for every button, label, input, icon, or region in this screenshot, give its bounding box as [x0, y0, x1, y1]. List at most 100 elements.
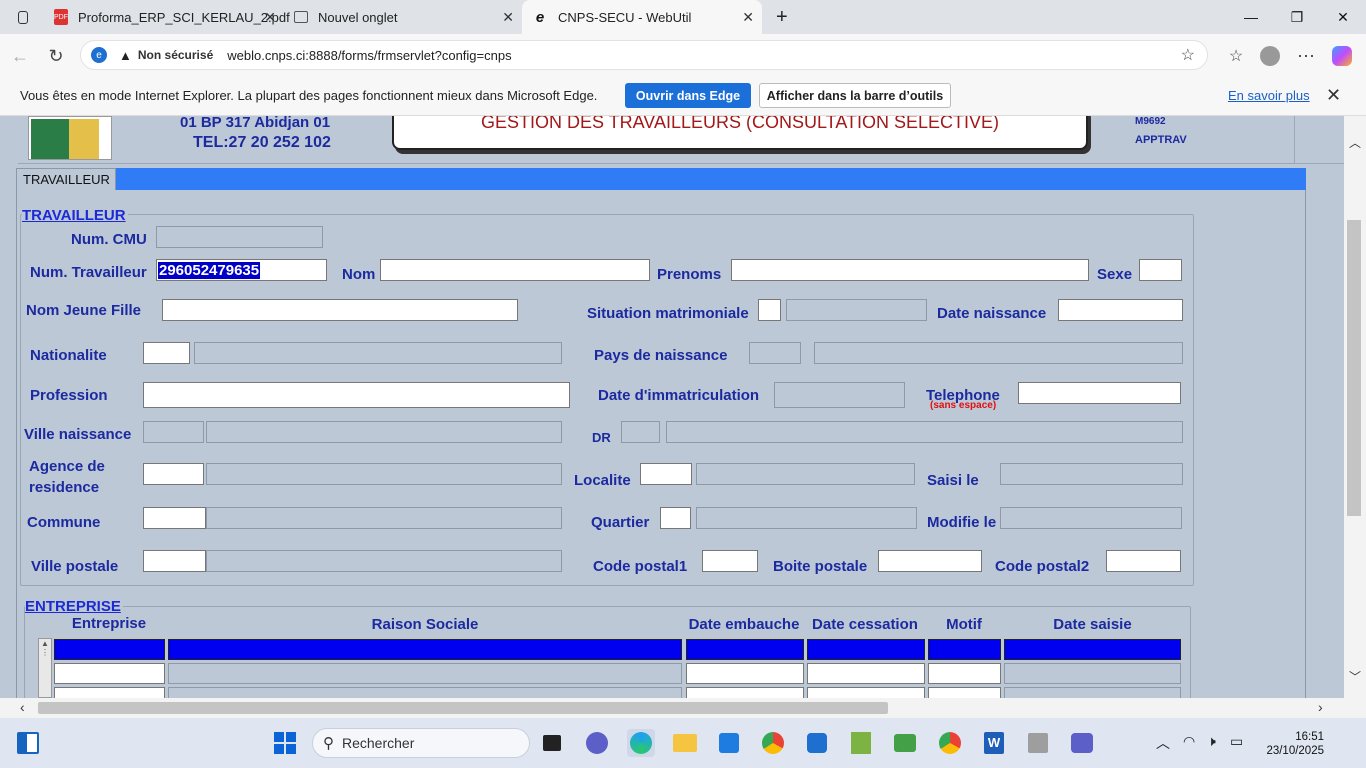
- grid-cell-entreprise[interactable]: [54, 639, 165, 660]
- grid-cell-raison-sociale[interactable]: [168, 639, 682, 660]
- scroll-down-icon[interactable]: ﹀: [1347, 668, 1363, 685]
- label-date-naissance: Date naissance: [937, 305, 1047, 322]
- teams-icon[interactable]: [1068, 729, 1096, 757]
- quartier-code-field[interactable]: [660, 507, 691, 529]
- scroll-right-icon[interactable]: ›: [1318, 699, 1323, 715]
- grid-scrollbar[interactable]: ▲ ⋮: [38, 638, 52, 698]
- tab-cnps[interactable]: e CNPS-SECU - WebUtil ✕: [522, 0, 762, 34]
- grid-cell-date-embauche[interactable]: [686, 639, 804, 660]
- learn-more-link[interactable]: En savoir plus: [1228, 88, 1310, 103]
- close-icon[interactable]: ✕: [264, 9, 276, 26]
- date-naissance-field[interactable]: [1058, 299, 1183, 321]
- security-label[interactable]: Non sécurisé: [138, 48, 213, 62]
- label-num-cmu: Num. CMU: [71, 231, 147, 248]
- profile-avatar[interactable]: [1256, 42, 1284, 70]
- num-travailleur-field[interactable]: 296052479635: [156, 259, 327, 281]
- grid-cell-date-saisie[interactable]: [1004, 639, 1181, 660]
- more-menu-icon[interactable]: ⋯: [1292, 42, 1320, 70]
- tab-travailleur[interactable]: TRAVAILLEUR: [16, 168, 116, 190]
- network-app-icon[interactable]: [1024, 729, 1052, 757]
- tab-actions-icon[interactable]: [8, 0, 38, 34]
- store-icon[interactable]: [715, 729, 743, 757]
- wifi-icon[interactable]: ◠: [1183, 733, 1195, 750]
- label-localite: Localite: [574, 472, 631, 489]
- agence-residence-code-field[interactable]: [143, 463, 204, 485]
- label-sexe: Sexe: [1097, 266, 1133, 283]
- url-text[interactable]: weblo.cnps.ci:8888/forms/frmservlet?conf…: [227, 48, 511, 63]
- tab-pdf[interactable]: PDF Proforma_ERP_SCI_KERLAU_2.pdf ✕: [44, 0, 290, 34]
- grid-cell-motif[interactable]: [928, 639, 1001, 660]
- grid-cell-date-cessation[interactable]: [807, 687, 925, 698]
- tab-new[interactable]: Nouvel onglet ✕: [284, 0, 522, 34]
- infobar-close-icon[interactable]: ✕: [1326, 85, 1341, 106]
- prenoms-field[interactable]: [731, 259, 1089, 281]
- widgets-icon[interactable]: [14, 729, 42, 757]
- favorites-icon[interactable]: ☆: [1222, 42, 1250, 70]
- telephone-field[interactable]: [1018, 382, 1181, 404]
- file-explorer-icon[interactable]: [671, 729, 699, 757]
- col-header-date-cessation: Date cessation: [812, 616, 918, 633]
- profession-field[interactable]: [143, 382, 570, 408]
- code-postal1-field[interactable]: [702, 550, 758, 572]
- grid-cell-entreprise[interactable]: [54, 687, 165, 698]
- scroll-left-icon[interactable]: ‹: [20, 699, 25, 715]
- minimize-icon[interactable]: —: [1228, 0, 1274, 34]
- grid-cell-entreprise[interactable]: [54, 663, 165, 684]
- ville-postale-code-field[interactable]: [143, 550, 206, 572]
- media-icon[interactable]: [891, 729, 919, 757]
- boite-postale-field[interactable]: [878, 550, 982, 572]
- grid-cell-motif[interactable]: [928, 687, 1001, 698]
- localite-code-field[interactable]: [640, 463, 692, 485]
- task-view-icon[interactable]: [538, 729, 566, 757]
- close-icon[interactable]: ✕: [742, 9, 754, 26]
- horizontal-scrollbar[interactable]: ‹ ›: [0, 698, 1366, 718]
- vertical-scrollbar[interactable]: ︿ ﹀: [1344, 116, 1366, 698]
- num-cmu-field[interactable]: [156, 226, 323, 248]
- code-postal2-field[interactable]: [1106, 550, 1181, 572]
- grid-cell-date-embauche[interactable]: [686, 663, 804, 684]
- horizontal-scroll-thumb[interactable]: [38, 702, 888, 714]
- chrome-icon[interactable]: [759, 729, 787, 757]
- window-close-icon[interactable]: ✕: [1320, 0, 1366, 34]
- new-tab-plus-icon[interactable]: +: [766, 0, 796, 34]
- ville-naissance-code-field[interactable]: [143, 421, 204, 443]
- label-ville-naissance: Ville naissance: [24, 426, 132, 443]
- label-ville-postale: Ville postale: [31, 558, 119, 575]
- copilot-icon[interactable]: [1328, 42, 1356, 70]
- favorite-star-icon[interactable]: ☆: [1181, 45, 1195, 65]
- close-icon[interactable]: ✕: [502, 9, 514, 26]
- vertical-scroll-thumb[interactable]: [1347, 220, 1361, 516]
- clock[interactable]: 16:51 23/10/2025: [1258, 730, 1324, 758]
- grid-cell-date-cessation[interactable]: [807, 639, 925, 660]
- volume-icon[interactable]: 🕨: [1207, 733, 1216, 750]
- start-icon[interactable]: [271, 729, 299, 757]
- app-icon[interactable]: [803, 729, 831, 757]
- show-in-toolbar-button[interactable]: Afficher dans la barre d’outils: [759, 83, 951, 108]
- grid-cell-date-cessation[interactable]: [807, 663, 925, 684]
- commune-code-field[interactable]: [143, 507, 206, 529]
- tray-chevron-icon[interactable]: ︿: [1156, 733, 1170, 753]
- grid-cell-date-embauche[interactable]: [686, 687, 804, 698]
- nom-jeune-fille-field[interactable]: [162, 299, 518, 321]
- pays-naissance-code-field[interactable]: [749, 342, 801, 364]
- word-icon[interactable]: W: [980, 729, 1008, 757]
- ie-mode-icon[interactable]: e: [91, 47, 107, 63]
- meet-icon[interactable]: [583, 729, 611, 757]
- grid-cell-motif[interactable]: [928, 663, 1001, 684]
- refresh-icon[interactable]: ↻: [42, 42, 70, 70]
- restore-icon[interactable]: ❐: [1274, 0, 1320, 34]
- scroll-up-icon[interactable]: ︿: [1347, 134, 1363, 151]
- sexe-field[interactable]: [1139, 259, 1182, 281]
- url-field[interactable]: e ▲ Non sécurisé weblo.cnps.ci:8888/form…: [80, 40, 1208, 70]
- edge-icon[interactable]: [627, 729, 655, 757]
- situation-matrimoniale-code-field[interactable]: [758, 299, 781, 321]
- taskbar-search[interactable]: ⚲ Rechercher: [312, 728, 530, 758]
- battery-icon[interactable]: ▭: [1230, 733, 1243, 750]
- nationalite-code-field[interactable]: [143, 342, 190, 364]
- spreadsheet-icon[interactable]: [847, 729, 875, 757]
- ville-naissance-desc-field: [206, 421, 562, 443]
- chrome-profile-icon[interactable]: [936, 729, 964, 757]
- back-icon[interactable]: ←: [6, 42, 34, 70]
- nom-field[interactable]: [380, 259, 650, 281]
- open-in-edge-button[interactable]: Ouvrir dans Edge: [625, 83, 751, 108]
